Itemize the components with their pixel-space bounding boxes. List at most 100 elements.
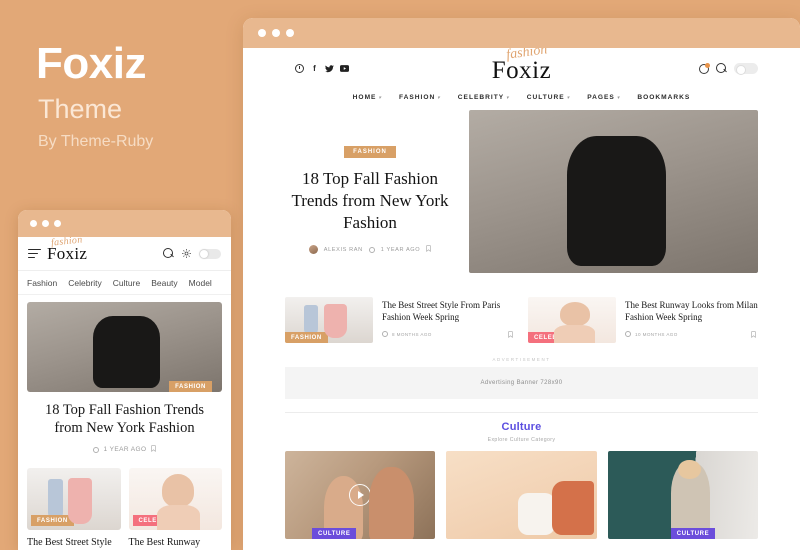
culture-grid: CULTURE CULTURE (243, 443, 800, 539)
dark-mode-toggle[interactable] (734, 63, 758, 75)
chevron-down-icon: ▾ (566, 95, 571, 101)
mobile-featured-meta: 1 YEAR AGO (27, 445, 222, 454)
chevron-down-icon: ▾ (378, 95, 382, 101)
desktop-viewport: f fashion Foxiz HOME ▾ FASHION ▾ CELEBRI… (243, 48, 800, 550)
site-logo[interactable]: fashion Foxiz (491, 48, 552, 84)
mobile-header: fashion Foxiz (18, 234, 231, 271)
post-time: 1 YEAR AGO (103, 446, 147, 454)
category-badge-fashion[interactable]: FASHION (344, 146, 396, 158)
nav-item-home[interactable]: HOME ▾ (353, 94, 382, 101)
category-badge-culture[interactable]: CULTURE (670, 528, 716, 539)
post-card[interactable]: CELEBRITY The Best Runway Looks from Mil… (528, 297, 758, 343)
tab-fashion[interactable]: Fashion (27, 278, 57, 288)
mobile-browser-window: fashion Foxiz Fashion Celebrity Culture … (18, 210, 231, 550)
window-minimize-dot[interactable] (272, 29, 280, 37)
bookmark-icon[interactable] (751, 325, 756, 343)
post-card-body: The Best Street Style From Paris Fashion… (382, 297, 515, 343)
chevron-down-icon: ▾ (437, 95, 441, 101)
category-badge-culture[interactable]: CULTURE (312, 528, 357, 539)
category-badge-celebrity[interactable]: CELEBRITY (528, 332, 580, 343)
post-card[interactable]: FASHION The Best Street Style From Paris… (285, 297, 515, 343)
window-close-dot[interactable] (258, 29, 266, 37)
mobile-category-tabs: Fashion Celebrity Culture Beauty Model (18, 271, 231, 295)
category-badge-fashion[interactable]: FASHION (169, 381, 212, 392)
section-title[interactable]: Culture (243, 421, 800, 433)
window-close-dot[interactable] (30, 220, 37, 227)
clock-icon (382, 331, 388, 338)
culture-card[interactable]: CULTURE (607, 451, 758, 539)
mobile-post-image[interactable]: FASHION (27, 468, 121, 531)
post-card-title[interactable]: The Best Street Style From Paris Fashion… (382, 299, 515, 323)
mobile-titlebar (18, 210, 231, 237)
mobile-featured-image[interactable]: FASHION (27, 302, 222, 392)
mobile-post-grid: FASHION The Best Street Style CELEBRITY … (27, 468, 222, 550)
nav-item-bookmarks[interactable]: BOOKMARKS (637, 94, 690, 101)
advertisement-slot: ADVERTISEMENT Advertising Banner 728x90 (243, 343, 800, 399)
featured-post-image[interactable] (469, 110, 758, 273)
mobile-viewport: fashion Foxiz Fashion Celebrity Culture … (18, 234, 231, 550)
twitter-bird-glyph (325, 64, 334, 72)
mobile-post-image[interactable]: CELEBRITY (128, 468, 222, 531)
tab-culture[interactable]: Culture (113, 278, 140, 288)
window-minimize-dot[interactable] (42, 220, 49, 227)
bookmark-icon[interactable] (426, 245, 431, 254)
featured-post: FASHION 18 Top Fall Fashion Trends from … (243, 110, 800, 285)
mobile-post-card[interactable]: FASHION The Best Street Style (27, 468, 121, 550)
search-icon[interactable] (716, 63, 727, 74)
settings-gear-icon[interactable] (182, 245, 191, 263)
header-actions (699, 62, 758, 75)
facebook-icon[interactable]: f (310, 64, 319, 73)
nav-item-pages[interactable]: PAGES ▾ (587, 94, 620, 101)
category-badge-celebrity[interactable]: CELEBRITY (132, 515, 184, 527)
post-card-title[interactable]: The Best Runway Looks from Milan Fashion… (625, 299, 758, 323)
culture-card-image[interactable] (446, 451, 597, 539)
nav-item-fashion[interactable]: FASHION ▾ (399, 94, 441, 101)
post-card-image[interactable]: CELEBRITY (528, 297, 616, 343)
twitter-icon[interactable] (325, 64, 334, 73)
secondary-posts: FASHION The Best Street Style From Paris… (243, 285, 800, 343)
promo-subtitle: Theme (38, 94, 123, 124)
mobile-site-logo[interactable]: fashion Foxiz (47, 234, 87, 264)
nav-item-culture[interactable]: CULTURE ▾ (527, 94, 571, 101)
clock-icon (92, 446, 99, 453)
post-time: 1 YEAR AGO (380, 246, 421, 253)
culture-card[interactable] (446, 451, 597, 539)
advertisement-banner[interactable]: Advertising Banner 728x90 (285, 367, 758, 399)
culture-section-header: Culture Explore Culture Category (243, 421, 800, 443)
post-time: 10 MONTHS AGO (635, 331, 678, 337)
culture-card-image[interactable]: CULTURE (285, 451, 436, 539)
play-icon[interactable] (349, 484, 372, 506)
culture-card[interactable]: CULTURE (285, 451, 436, 539)
search-icon[interactable] (163, 248, 174, 259)
social-links: f (295, 64, 349, 73)
mobile-post-title[interactable]: The Best Runway Looks (129, 536, 223, 550)
window-maximize-dot[interactable] (286, 29, 294, 37)
culture-card-image[interactable]: CULTURE (607, 451, 758, 539)
site-header: f fashion Foxiz (243, 48, 800, 94)
bookmark-icon[interactable] (508, 325, 513, 343)
mobile-featured-post[interactable]: FASHION 18 Top Fall Fashion Trends from … (27, 302, 222, 454)
category-badge-fashion[interactable]: FASHION (31, 515, 74, 527)
bookmark-notification-icon[interactable] (699, 62, 710, 74)
window-maximize-dot[interactable] (54, 220, 61, 227)
section-divider (285, 412, 758, 413)
category-badge-fashion[interactable]: FASHION (285, 332, 328, 343)
dark-mode-toggle[interactable] (199, 248, 221, 259)
mobile-featured-title[interactable]: 18 Top Fall Fashion Trends from New York… (33, 401, 216, 437)
pinterest-icon[interactable] (295, 64, 304, 73)
tab-beauty[interactable]: Beauty (151, 278, 177, 288)
youtube-icon[interactable] (340, 64, 349, 73)
bookmark-icon[interactable] (151, 445, 157, 454)
featured-post-title[interactable]: 18 Top Fall Fashion Trends from New York… (285, 168, 455, 233)
promo-byline: By Theme-Ruby (38, 133, 154, 150)
mobile-post-card[interactable]: CELEBRITY The Best Runway Looks (128, 468, 223, 550)
nav-item-celebrity[interactable]: CELEBRITY ▾ (458, 94, 510, 101)
hamburger-menu-icon[interactable] (28, 248, 41, 259)
author-name[interactable]: ALEXIS RAN (324, 247, 363, 253)
tab-model[interactable]: Model (189, 278, 212, 288)
featured-post-text: FASHION 18 Top Fall Fashion Trends from … (285, 110, 455, 255)
mobile-post-title[interactable]: The Best Street Style (27, 536, 121, 549)
post-card-image[interactable]: FASHION (285, 297, 373, 343)
tab-celebrity[interactable]: Celebrity (68, 278, 102, 288)
logo-wordmark: Foxiz (491, 57, 552, 84)
